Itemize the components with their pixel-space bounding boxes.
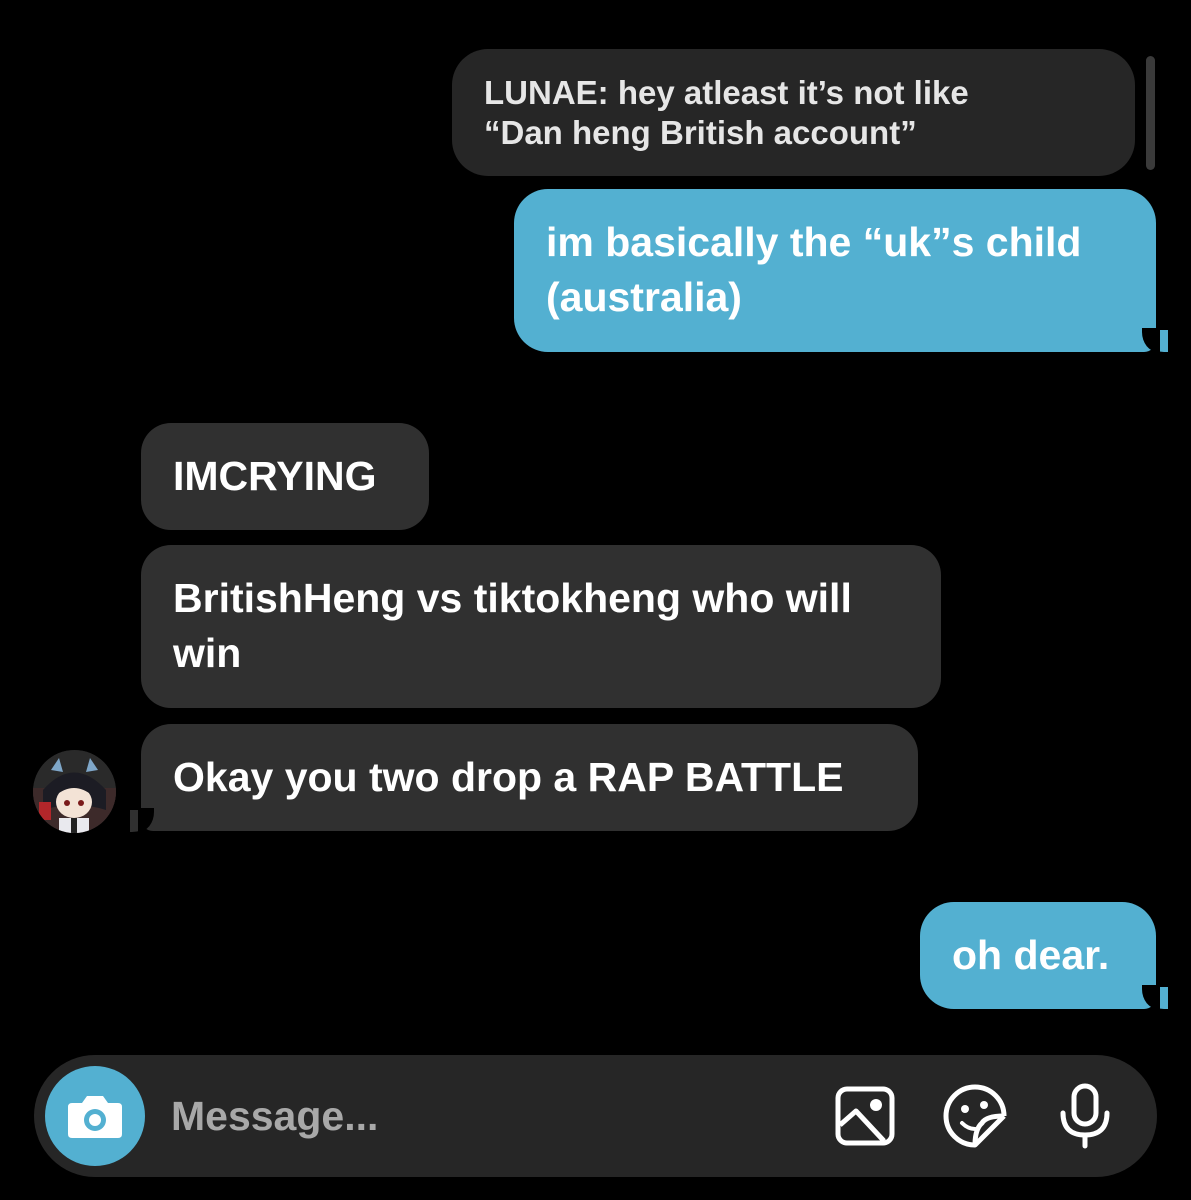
incoming-message[interactable]: Okay you two drop a RAP BATTLE bbox=[141, 724, 918, 831]
message-text: Okay you two drop a RAP BATTLE bbox=[173, 754, 844, 800]
avatar[interactable] bbox=[33, 750, 116, 833]
reply-quote-line1: LUNAE: hey atleast it’s not like bbox=[484, 74, 969, 111]
microphone-button[interactable] bbox=[1050, 1081, 1120, 1151]
message-text: oh dear. bbox=[952, 932, 1110, 978]
outgoing-message[interactable]: oh dear. bbox=[920, 902, 1156, 1009]
message-text: IMCRYING bbox=[173, 453, 377, 499]
reply-quote-bubble[interactable]: LUNAE: hey atleast it’s not like “Dan he… bbox=[452, 49, 1135, 176]
avatar-image bbox=[33, 750, 116, 833]
sticker-button[interactable] bbox=[940, 1081, 1010, 1151]
camera-icon bbox=[68, 1096, 122, 1138]
reply-quote-line2: “Dan heng British account” bbox=[484, 114, 917, 151]
message-text: BritishHeng vs tiktokheng who will win bbox=[173, 575, 852, 676]
camera-button[interactable] bbox=[45, 1066, 145, 1166]
incoming-message[interactable]: IMCRYING bbox=[141, 423, 429, 530]
gallery-icon bbox=[835, 1086, 895, 1146]
message-input[interactable]: Message... bbox=[171, 1089, 378, 1143]
microphone-icon bbox=[1060, 1083, 1110, 1149]
outgoing-message[interactable]: im basically the “uk”s child (australia) bbox=[514, 189, 1156, 352]
incoming-message[interactable]: BritishHeng vs tiktokheng who will win bbox=[141, 545, 941, 708]
gallery-button[interactable] bbox=[830, 1081, 900, 1151]
message-composer: Message... bbox=[34, 1055, 1157, 1177]
message-text: im basically the “uk”s child (australia) bbox=[546, 219, 1082, 320]
reply-indicator-bar bbox=[1146, 56, 1155, 170]
sticker-icon bbox=[943, 1084, 1007, 1148]
